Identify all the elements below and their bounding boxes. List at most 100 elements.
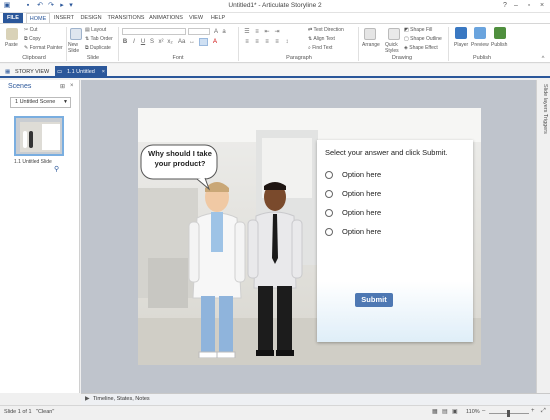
- tab-order-button[interactable]: ⇅ Tab Order: [85, 36, 113, 42]
- group-label-paragraph: Paragraph: [286, 55, 312, 61]
- new-slide-button[interactable]: New Slide: [68, 42, 84, 54]
- tab-order-icon: ⇅: [85, 36, 90, 42]
- publish-button[interactable]: Publish: [491, 42, 507, 48]
- pin-icon[interactable]: ⊞: [60, 83, 65, 90]
- shrink-font-icon[interactable]: a: [221, 29, 227, 35]
- line-spacing-icon[interactable]: ↕: [284, 39, 290, 45]
- tab-animations[interactable]: ANIMATIONS: [148, 13, 184, 23]
- zoom-slider-thumb[interactable]: [507, 410, 510, 417]
- zoom-in-icon[interactable]: +: [531, 408, 535, 414]
- fit-icon[interactable]: ⤢: [541, 408, 546, 415]
- doctor-character: [188, 182, 246, 358]
- window-title: Untitled1* - Articulate Storyline 2: [228, 2, 322, 9]
- paste-button[interactable]: Paste: [5, 42, 18, 48]
- find-text-button[interactable]: ⌕ Find Text: [308, 45, 332, 51]
- radio-icon: [325, 228, 333, 236]
- normal-view-icon[interactable]: ▦: [432, 408, 438, 415]
- collapse-ribbon-icon[interactable]: ^: [540, 56, 546, 62]
- preview-button[interactable]: Preview: [471, 42, 489, 48]
- align-left-icon[interactable]: ≡: [244, 39, 250, 45]
- highlight-icon[interactable]: [199, 38, 208, 46]
- format-painter-button[interactable]: ✎ Format Painter: [24, 45, 63, 51]
- paste-icon[interactable]: [6, 28, 18, 40]
- restore-icon[interactable]: ▫: [524, 1, 534, 11]
- player-button[interactable]: Player: [454, 42, 468, 48]
- help-icon[interactable]: ?: [500, 1, 510, 11]
- align-text-button[interactable]: ⇅ Align Text: [308, 36, 335, 42]
- slide-thumbnail[interactable]: [14, 116, 64, 156]
- tab-transitions[interactable]: TRANSITIONS: [107, 13, 145, 23]
- grow-font-icon[interactable]: A: [213, 29, 219, 35]
- shape-effect-icon: ◈: [404, 45, 408, 51]
- close-tab-icon[interactable]: ×: [102, 66, 105, 78]
- quick-styles-icon[interactable]: [388, 28, 400, 40]
- fullscreen-icon[interactable]: ▣: [452, 408, 458, 415]
- publish-icon[interactable]: [494, 27, 506, 39]
- arrange-icon[interactable]: [364, 28, 376, 40]
- radio-icon: [325, 171, 333, 179]
- layout-button[interactable]: ▤ Layout: [85, 27, 106, 33]
- minimize-icon[interactable]: –: [511, 1, 521, 11]
- tab-slide[interactable]: ▭ 1.1 Untitled Sli... ×: [55, 66, 107, 87]
- tab-design[interactable]: DESIGN: [79, 13, 103, 23]
- player-icon[interactable]: [455, 27, 467, 39]
- status-bar: Slide 1 of 1 "Clean" ▦ ▤ ▣ 110% – + ⤢: [0, 405, 550, 420]
- superscript-icon[interactable]: x²: [158, 39, 164, 45]
- bullets-icon[interactable]: ☰: [244, 29, 250, 35]
- strikethrough-icon[interactable]: S: [149, 39, 155, 45]
- shape-fill-button[interactable]: ◩ Shape Fill: [404, 27, 432, 33]
- tab-view[interactable]: VIEW: [188, 13, 204, 23]
- tab-insert[interactable]: INSERT: [53, 13, 75, 23]
- zoom-out-icon[interactable]: –: [482, 408, 485, 414]
- scene-select[interactable]: 1 Untitled Scene ▼: [10, 97, 71, 108]
- quick-styles-button[interactable]: Quick Styles: [385, 42, 403, 54]
- slide-count: Slide 1 of 1: [4, 409, 32, 415]
- grid-view-icon[interactable]: ▤: [442, 408, 448, 415]
- group-label-font: Font: [172, 55, 184, 61]
- ribbon-separator: [118, 27, 119, 61]
- chevron-down-icon: ▼: [63, 99, 68, 105]
- bold-icon[interactable]: B: [122, 39, 128, 45]
- font-family-select[interactable]: [122, 28, 186, 35]
- text-direction-icon: ⇄: [308, 27, 313, 33]
- new-slide-icon[interactable]: [70, 28, 82, 40]
- duplicate-button[interactable]: ⧉ Duplicate: [85, 45, 111, 51]
- close-panel-icon[interactable]: ×: [70, 83, 74, 89]
- shape-outline-icon: ▢: [404, 36, 409, 42]
- change-case-icon[interactable]: Aa: [178, 39, 185, 45]
- underline-icon[interactable]: U: [140, 39, 146, 45]
- close-icon[interactable]: ×: [537, 1, 547, 11]
- layers-triggers-panel[interactable]: Slide layers Triggers: [536, 80, 550, 393]
- ribbon-separator: [238, 27, 239, 61]
- shape-effect-button[interactable]: ◈ Shape Effect: [404, 45, 438, 51]
- slide-thumbnail-label: 1.1 Untitled Slide: [14, 159, 52, 165]
- tab-file[interactable]: FILE: [3, 13, 23, 23]
- font-size-select[interactable]: [188, 28, 210, 35]
- speech-bubble-text: Why should I take your product?: [148, 149, 212, 168]
- font-color-icon[interactable]: A: [212, 39, 218, 45]
- submit-button[interactable]: Submit: [355, 293, 393, 307]
- timeline-bar[interactable]: ▶ Timeline, States, Notes: [81, 393, 550, 405]
- decrease-indent-icon[interactable]: ⇤: [264, 29, 270, 35]
- increase-indent-icon[interactable]: ⇥: [274, 29, 280, 35]
- slide-stage[interactable]: Why should I take your product? Select y…: [138, 108, 481, 365]
- copy-button[interactable]: ⧉ Copy: [24, 36, 41, 42]
- trigger-icon: ⚲: [54, 166, 60, 173]
- justify-icon[interactable]: ≡: [274, 39, 280, 45]
- text-direction-button[interactable]: ⇄ Text Direction: [308, 27, 344, 33]
- preview-icon[interactable]: [474, 27, 486, 39]
- numbering-icon[interactable]: ≡: [254, 29, 260, 35]
- spacing-icon[interactable]: ↔: [189, 39, 195, 45]
- arrange-button[interactable]: Arrange: [362, 42, 380, 48]
- layers-triggers-label: Slide layers Triggers: [542, 84, 548, 134]
- align-center-icon[interactable]: ≡: [254, 39, 260, 45]
- tab-story-view[interactable]: ▦ STORY VIEW: [3, 66, 53, 78]
- document-tabs: ▦ STORY VIEW ▭ 1.1 Untitled Sli... ×: [0, 64, 550, 87]
- tab-home[interactable]: HOME: [26, 13, 50, 23]
- align-right-icon[interactable]: ≡: [264, 39, 270, 45]
- italic-icon[interactable]: I: [131, 39, 137, 45]
- cut-button[interactable]: ✂ Cut: [24, 27, 37, 33]
- shape-outline-button[interactable]: ▢ Shape Outline: [404, 36, 442, 42]
- tab-help[interactable]: HELP: [209, 13, 227, 23]
- subscript-icon[interactable]: x₂: [167, 39, 173, 45]
